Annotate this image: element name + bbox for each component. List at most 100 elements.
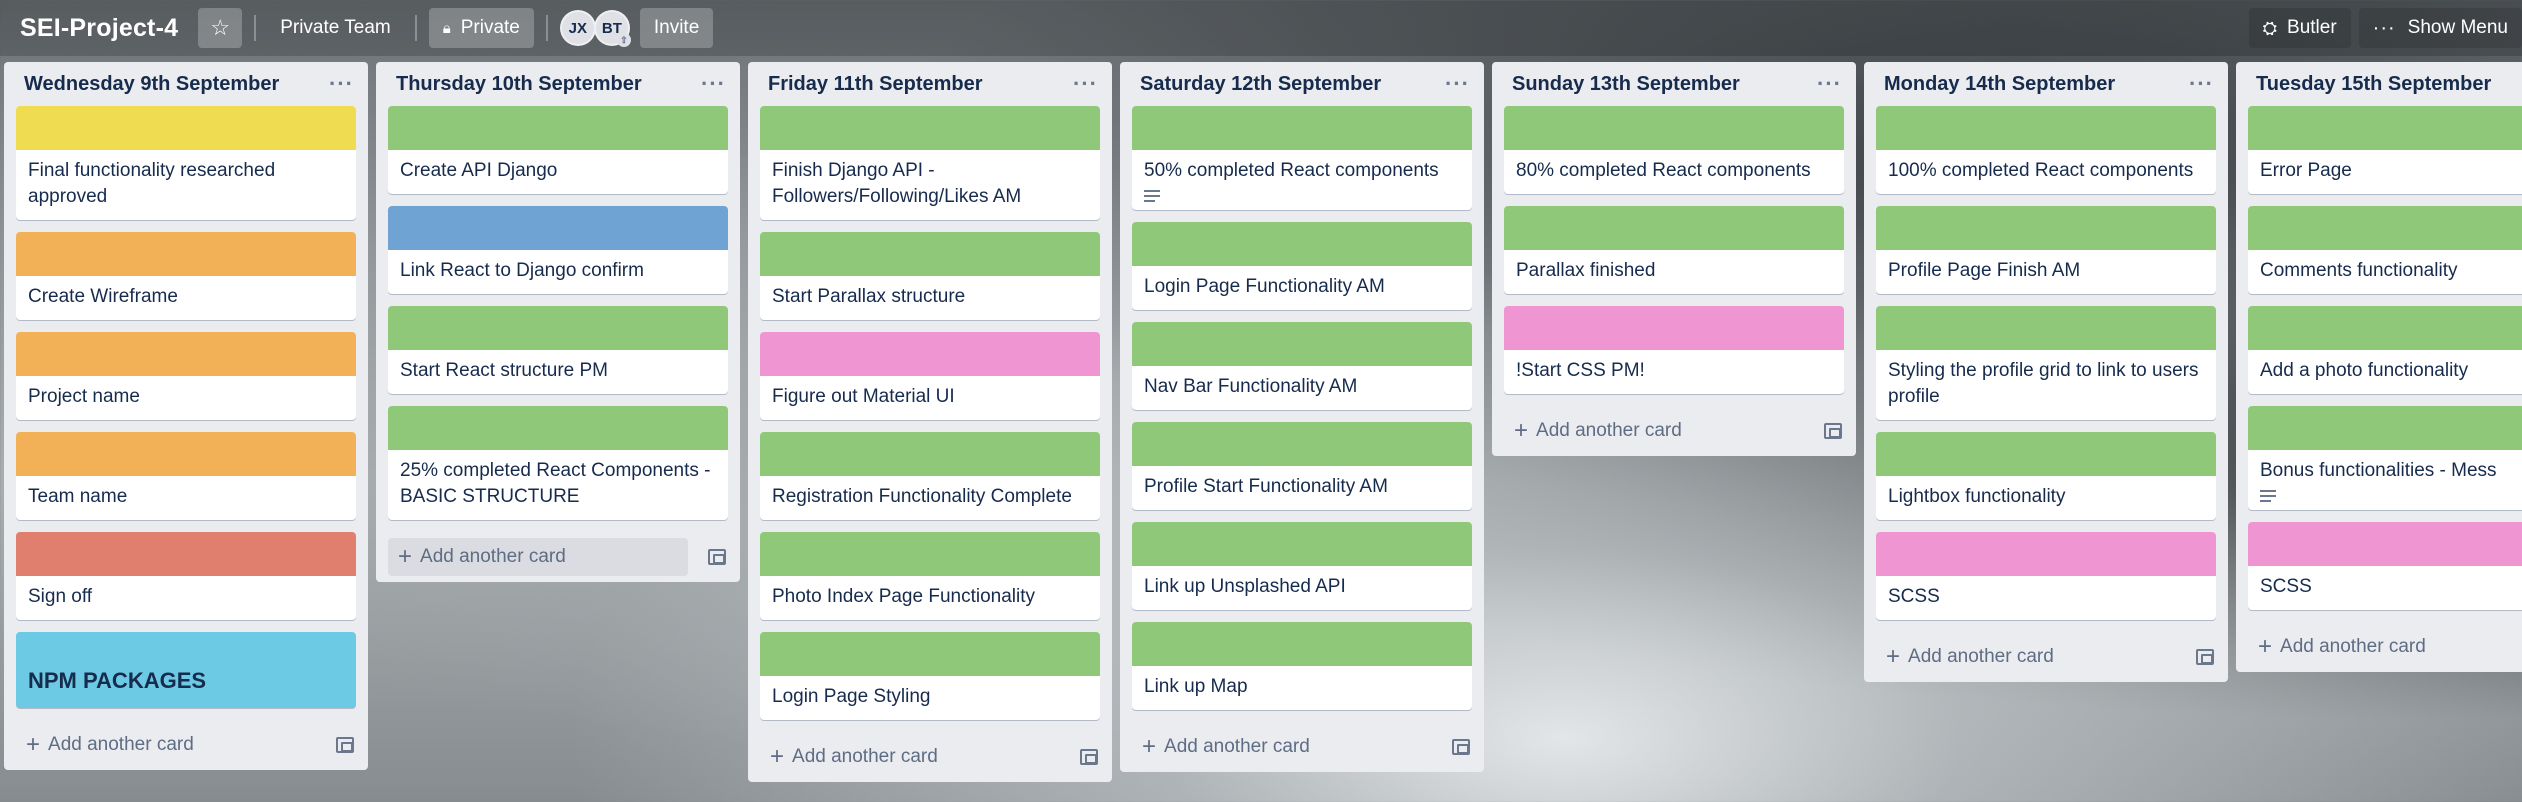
card[interactable]: Team name	[16, 432, 356, 520]
card-label[interactable]	[1132, 622, 1472, 666]
list-menu-icon[interactable]: ···	[1445, 71, 1470, 97]
card-label[interactable]	[2248, 306, 2522, 350]
add-card-button[interactable]: + Add another card	[760, 738, 948, 776]
card[interactable]: Registration Functionality Complete	[760, 432, 1100, 520]
avatar[interactable]: JX	[559, 10, 596, 46]
list-menu-icon[interactable]: ···	[1073, 71, 1098, 97]
card[interactable]: Bonus functionalities - Mess	[2248, 406, 2522, 510]
card-label[interactable]	[760, 232, 1100, 276]
add-card-button[interactable]: + Add another card	[388, 538, 688, 576]
card-label[interactable]	[1132, 322, 1472, 366]
card[interactable]: Link React to Django confirm	[388, 206, 728, 294]
card[interactable]: Create API Django	[388, 106, 728, 194]
list[interactable]: Wednesday 9th September ··· Final function…	[4, 62, 368, 770]
card-label[interactable]	[1876, 206, 2216, 250]
card-label[interactable]	[2248, 406, 2522, 450]
card[interactable]: Profile Page Finish AM	[1876, 206, 2216, 294]
card-label[interactable]	[388, 406, 728, 450]
invite-button[interactable]: Invite	[639, 8, 714, 48]
list[interactable]: Tuesday 15th September··· Error Page Comme…	[2236, 62, 2522, 672]
card[interactable]: !Start CSS PM!	[1504, 306, 1844, 394]
card-template-icon[interactable]	[1452, 739, 1470, 755]
card-label[interactable]	[2248, 106, 2522, 150]
card[interactable]: Add a photo functionality	[2248, 306, 2522, 394]
card-label[interactable]	[388, 306, 728, 350]
team-button[interactable]: Private Team	[268, 8, 403, 48]
list-menu-icon[interactable]: ···	[701, 71, 726, 97]
card[interactable]: Styling the profile grid to link to user…	[1876, 306, 2216, 420]
star-button[interactable]: ☆	[198, 8, 243, 48]
card[interactable]: Finish Django API - Followers/Following/…	[760, 106, 1100, 220]
card-label[interactable]	[760, 432, 1100, 476]
card-label[interactable]	[1876, 532, 2216, 576]
card[interactable]: Parallax finished	[1504, 206, 1844, 294]
list-title[interactable]: Friday 11th September	[768, 73, 983, 96]
card-template-icon[interactable]	[2196, 649, 2214, 665]
list-title[interactable]: Thursday 10th September	[396, 73, 642, 96]
card[interactable]: Start React structure PM	[388, 306, 728, 394]
card-label[interactable]	[16, 332, 356, 376]
card[interactable]: Nav Bar Functionality AM	[1132, 322, 1472, 410]
card-label[interactable]	[16, 106, 356, 150]
card-label[interactable]	[760, 332, 1100, 376]
add-card-button[interactable]: + Add another card	[1876, 638, 2064, 676]
butler-button[interactable]: ⛭ Butler	[2248, 8, 2351, 48]
card-label[interactable]	[2248, 206, 2522, 250]
board-title[interactable]: SEI-Project-4	[20, 14, 178, 43]
list-menu-icon[interactable]: ···	[2189, 71, 2214, 97]
avatar[interactable]: BT ⇧	[593, 10, 631, 47]
card-label[interactable]	[1876, 306, 2216, 350]
card[interactable]: Link up Map	[1132, 622, 1472, 710]
card-template-icon[interactable]	[1080, 749, 1098, 765]
card-template-icon[interactable]	[1824, 423, 1842, 439]
list[interactable]: Thursday 10th September ··· Create API Dja…	[376, 62, 740, 582]
card-label[interactable]	[1132, 106, 1472, 150]
add-card-button[interactable]: + Add another card	[2248, 628, 2436, 666]
card[interactable]: Figure out Material UI	[760, 332, 1100, 420]
list[interactable]: Saturday 12th September ··· 50% completed …	[1120, 62, 1484, 772]
list[interactable]: Monday 14th September ··· 100% completed R…	[1864, 62, 2228, 682]
card-label[interactable]	[16, 232, 356, 276]
card[interactable]: SCSS	[2248, 522, 2522, 610]
card-label[interactable]	[760, 106, 1100, 150]
add-card-button[interactable]: + Add another card	[1504, 412, 1692, 450]
card-label[interactable]	[2248, 522, 2522, 566]
list[interactable]: Sunday 13th September ··· 80% completed Re…	[1492, 62, 1856, 456]
show-menu-button[interactable]: ··· Show Menu	[2358, 8, 2522, 48]
card-label[interactable]	[16, 432, 356, 476]
card[interactable]: Project name	[16, 332, 356, 420]
list-title[interactable]: Sunday 13th September	[1512, 73, 1740, 96]
card-label[interactable]	[1504, 206, 1844, 250]
card-label[interactable]	[1876, 432, 2216, 476]
card-template-icon[interactable]	[336, 737, 354, 753]
list-menu-icon[interactable]: ···	[1817, 71, 1842, 97]
card-label[interactable]	[16, 532, 356, 576]
card[interactable]: Start Parallax structure	[760, 232, 1100, 320]
card[interactable]: 100% completed React components	[1876, 106, 2216, 194]
card[interactable]: Photo Index Page Functionality	[760, 532, 1100, 620]
list[interactable]: Friday 11th September ··· Finish Django AP…	[748, 62, 1112, 782]
card[interactable]: Profile Start Functionality AM	[1132, 422, 1472, 510]
card-label[interactable]	[1504, 106, 1844, 150]
card-label[interactable]	[388, 106, 728, 150]
card[interactable]: NPM PACKAGES	[16, 632, 356, 708]
card[interactable]: Final functionality researched approved	[16, 106, 356, 220]
card-template-icon[interactable]	[708, 549, 726, 565]
list-title[interactable]: Wednesday 9th September	[24, 73, 279, 96]
list-title[interactable]: Tuesday 15th September	[2256, 73, 2491, 96]
list-title[interactable]: Monday 14th September	[1884, 73, 2115, 96]
card[interactable]: Error Page	[2248, 106, 2522, 194]
card-label[interactable]	[760, 632, 1100, 676]
card-label[interactable]	[1504, 306, 1844, 350]
visibility-button[interactable]: 🔒︎ Private	[428, 8, 534, 48]
card[interactable]: Lightbox functionality	[1876, 432, 2216, 520]
card[interactable]: Link up Unsplashed API	[1132, 522, 1472, 610]
card[interactable]: Sign off	[16, 532, 356, 620]
card-label[interactable]	[1132, 222, 1472, 266]
card-label[interactable]	[388, 206, 728, 250]
card[interactable]: Login Page Styling	[760, 632, 1100, 720]
card[interactable]: Login Page Functionality AM	[1132, 222, 1472, 310]
add-card-button[interactable]: + Add another card	[1132, 728, 1320, 766]
card-label[interactable]	[1132, 422, 1472, 466]
card[interactable]: 50% completed React components	[1132, 106, 1472, 210]
